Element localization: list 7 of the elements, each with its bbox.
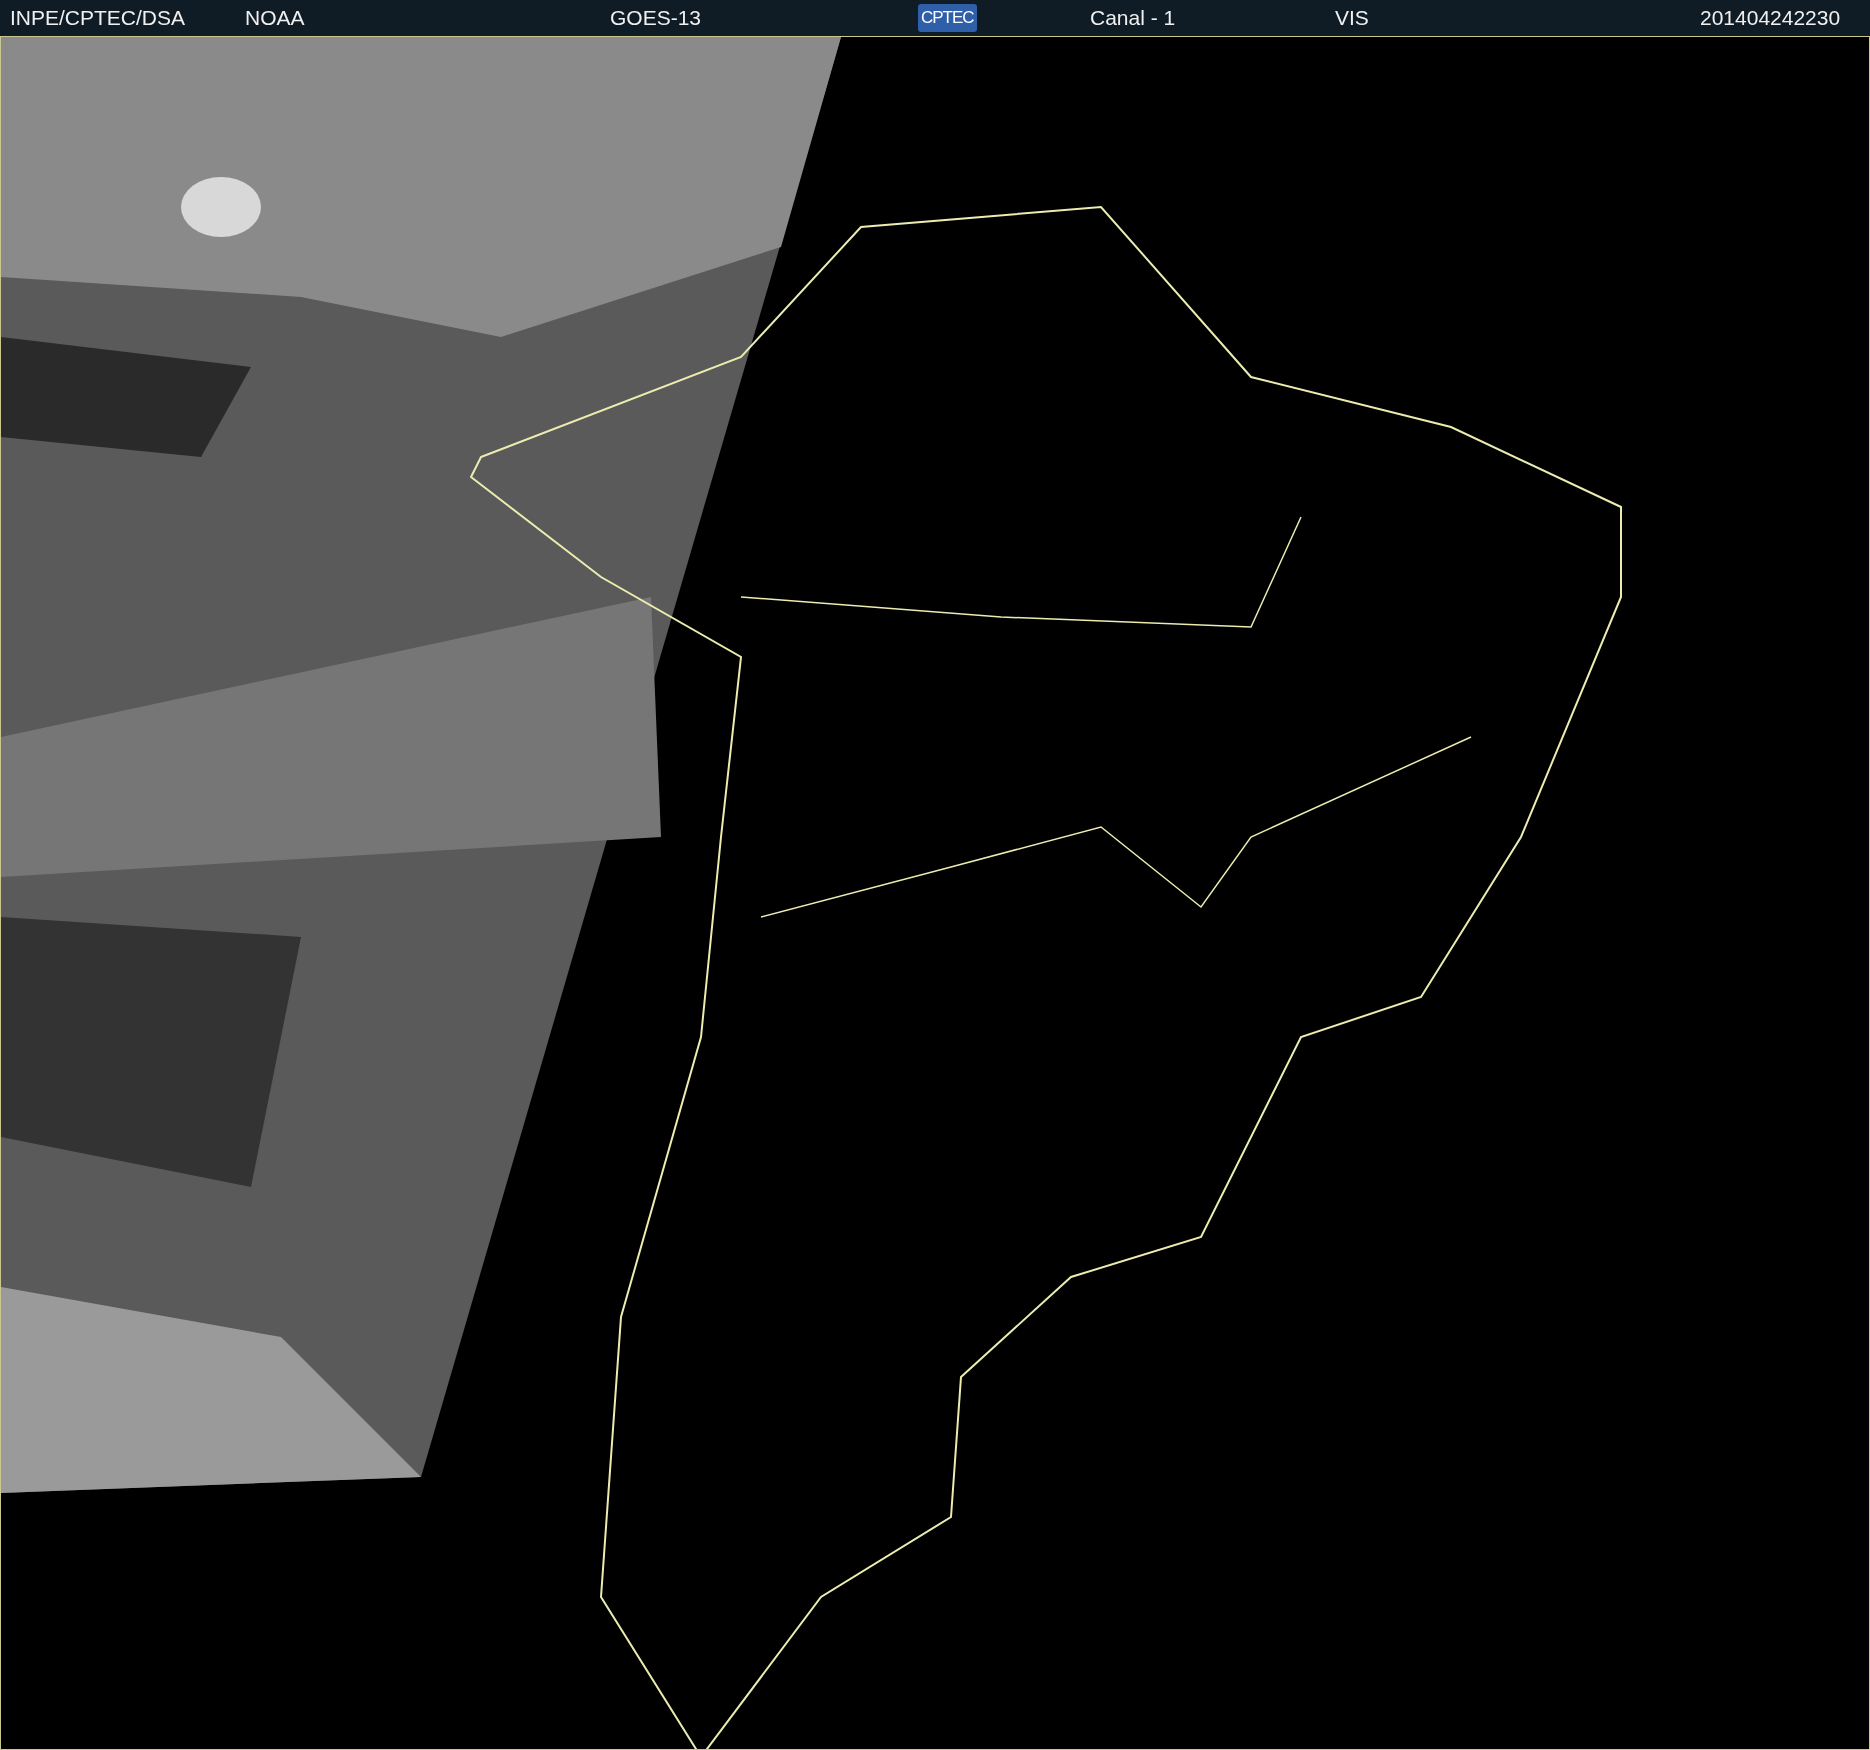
header-label: GOES-13 — [610, 6, 702, 29]
header-label: Canal - 1 — [1090, 6, 1176, 29]
logo: CPTEC — [918, 4, 977, 32]
header-label: 201404242230 — [1700, 6, 1841, 29]
header-label: NOAA — [245, 6, 305, 29]
header-label: INPE/CPTEC/DSA — [10, 6, 186, 29]
header-label: VIS — [1335, 6, 1369, 29]
